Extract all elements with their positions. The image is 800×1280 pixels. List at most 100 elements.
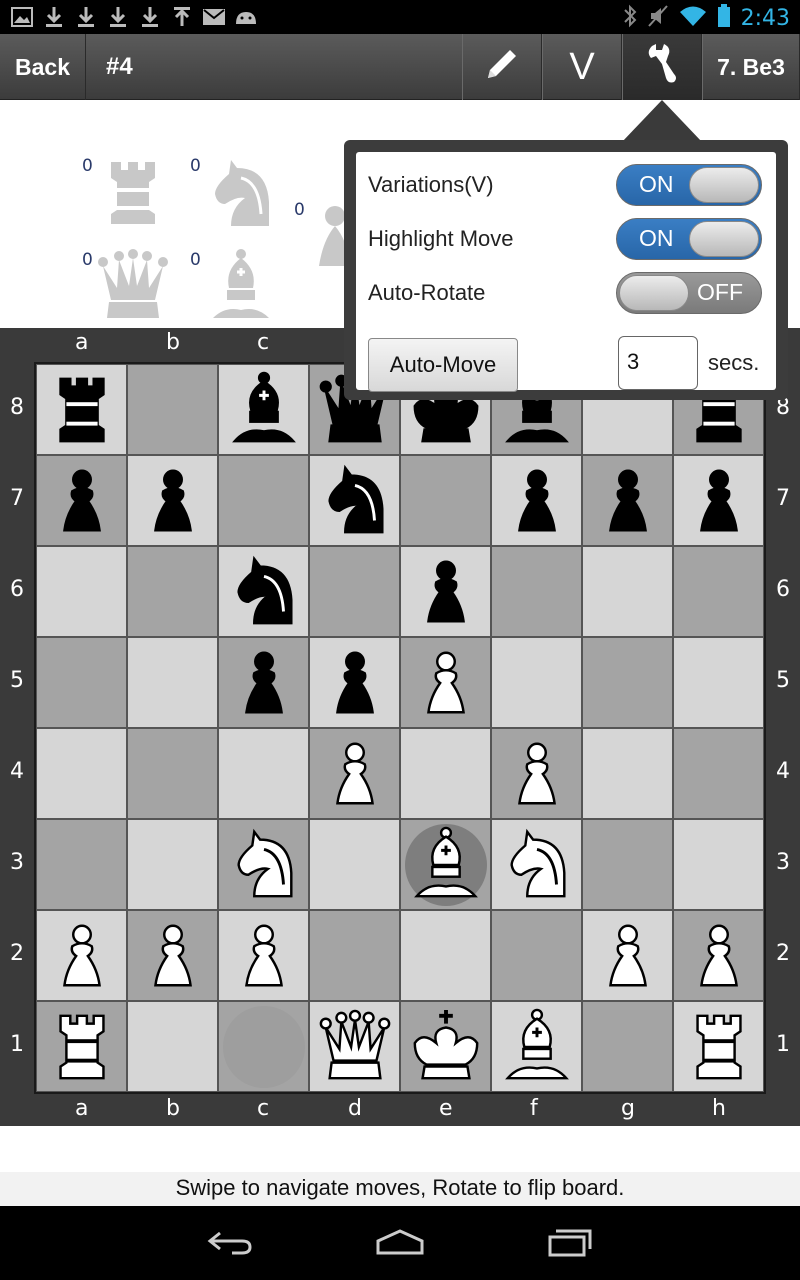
square-b2[interactable] xyxy=(127,910,218,1001)
white-pawn-icon xyxy=(608,924,647,986)
square-h3[interactable] xyxy=(673,819,764,910)
download-icon xyxy=(106,5,130,29)
rank-label-left: 6 xyxy=(10,577,24,602)
square-a2[interactable] xyxy=(36,910,127,1001)
square-d2[interactable] xyxy=(309,910,400,1001)
variations-button[interactable]: V xyxy=(542,34,622,100)
square-e3[interactable] xyxy=(400,819,491,910)
square-f7[interactable] xyxy=(491,455,582,546)
settings-button[interactable] xyxy=(622,34,702,100)
square-c3[interactable] xyxy=(218,819,309,910)
white-pawn-icon xyxy=(426,651,465,713)
square-c2[interactable] xyxy=(218,910,309,1001)
back-nav-button[interactable] xyxy=(200,1224,260,1264)
square-h7[interactable] xyxy=(673,455,764,546)
square-d3[interactable] xyxy=(309,819,400,910)
square-b3[interactable] xyxy=(127,819,218,910)
rank-label-right: 5 xyxy=(776,668,790,693)
square-h5[interactable] xyxy=(673,637,764,728)
square-b5[interactable] xyxy=(127,637,218,728)
auto-move-button[interactable]: Auto-Move xyxy=(368,338,518,392)
rank-label-left: 2 xyxy=(10,941,24,966)
square-b4[interactable] xyxy=(127,728,218,819)
download-icon xyxy=(74,5,98,29)
black-pawn-icon xyxy=(62,469,101,531)
board-grid xyxy=(36,364,764,1092)
square-b8[interactable] xyxy=(127,364,218,455)
square-c5[interactable] xyxy=(218,637,309,728)
square-b7[interactable] xyxy=(127,455,218,546)
chess-board[interactable] xyxy=(34,362,766,1094)
square-c8[interactable] xyxy=(218,364,309,455)
file-label-top: c xyxy=(257,330,270,355)
square-g6[interactable] xyxy=(582,546,673,637)
square-g2[interactable] xyxy=(582,910,673,1001)
file-label-bottom: b xyxy=(166,1096,180,1121)
rank-label-left: 1 xyxy=(10,1032,24,1057)
square-d1[interactable] xyxy=(309,1001,400,1092)
square-a1[interactable] xyxy=(36,1001,127,1092)
captured-count: 0 xyxy=(190,156,201,176)
current-move-button[interactable]: 7. Be3 xyxy=(702,34,800,100)
square-a8[interactable] xyxy=(36,364,127,455)
square-c6[interactable] xyxy=(218,546,309,637)
square-g7[interactable] xyxy=(582,455,673,546)
square-f1[interactable] xyxy=(491,1001,582,1092)
square-d7[interactable] xyxy=(309,455,400,546)
square-d5[interactable] xyxy=(309,637,400,728)
square-h1[interactable] xyxy=(673,1001,764,1092)
rank-label-left: 7 xyxy=(10,486,24,511)
square-e4[interactable] xyxy=(400,728,491,819)
square-g5[interactable] xyxy=(582,637,673,728)
battery-icon xyxy=(717,4,731,33)
file-label-bottom: e xyxy=(439,1096,453,1121)
square-f5[interactable] xyxy=(491,637,582,728)
variations-toggle[interactable]: ON xyxy=(616,164,762,206)
rank-label-right: 4 xyxy=(776,759,790,784)
square-h4[interactable] xyxy=(673,728,764,819)
back-button[interactable]: Back xyxy=(0,34,86,100)
white-pawn-icon xyxy=(335,742,374,804)
square-c7[interactable] xyxy=(218,455,309,546)
white-pawn-icon xyxy=(153,924,192,986)
square-a3[interactable] xyxy=(36,819,127,910)
square-a4[interactable] xyxy=(36,728,127,819)
square-e5[interactable] xyxy=(400,637,491,728)
square-c4[interactable] xyxy=(218,728,309,819)
autorotate-toggle[interactable]: OFF xyxy=(616,272,762,314)
square-f2[interactable] xyxy=(491,910,582,1001)
square-d4[interactable] xyxy=(309,728,400,819)
square-b1[interactable] xyxy=(127,1001,218,1092)
seconds-unit-label: secs. xyxy=(708,350,760,375)
popup-pointer xyxy=(622,100,702,142)
square-c1[interactable] xyxy=(218,1001,309,1092)
home-nav-button[interactable] xyxy=(370,1224,430,1264)
square-h6[interactable] xyxy=(673,546,764,637)
white-bishop-icon xyxy=(504,1008,569,1079)
square-e2[interactable] xyxy=(400,910,491,1001)
auto-move-seconds-input[interactable]: 3 xyxy=(618,336,698,390)
square-f6[interactable] xyxy=(491,546,582,637)
recents-nav-button[interactable] xyxy=(540,1224,600,1264)
square-f4[interactable] xyxy=(491,728,582,819)
rank-label-left: 4 xyxy=(10,759,24,784)
edit-button[interactable] xyxy=(462,34,542,100)
square-e6[interactable] xyxy=(400,546,491,637)
square-a7[interactable] xyxy=(36,455,127,546)
highlight-setting-label: Highlight Move xyxy=(368,226,514,251)
square-a6[interactable] xyxy=(36,546,127,637)
bluetooth-icon xyxy=(623,4,637,33)
upload-icon xyxy=(170,5,194,29)
square-g1[interactable] xyxy=(582,1001,673,1092)
square-b6[interactable] xyxy=(127,546,218,637)
square-d6[interactable] xyxy=(309,546,400,637)
square-e7[interactable] xyxy=(400,455,491,546)
square-h2[interactable] xyxy=(673,910,764,1001)
highlight-toggle[interactable]: ON xyxy=(616,218,762,260)
square-f3[interactable] xyxy=(491,819,582,910)
square-g3[interactable] xyxy=(582,819,673,910)
square-e1[interactable] xyxy=(400,1001,491,1092)
square-a5[interactable] xyxy=(36,637,127,728)
square-g4[interactable] xyxy=(582,728,673,819)
queen-icon xyxy=(97,249,168,318)
